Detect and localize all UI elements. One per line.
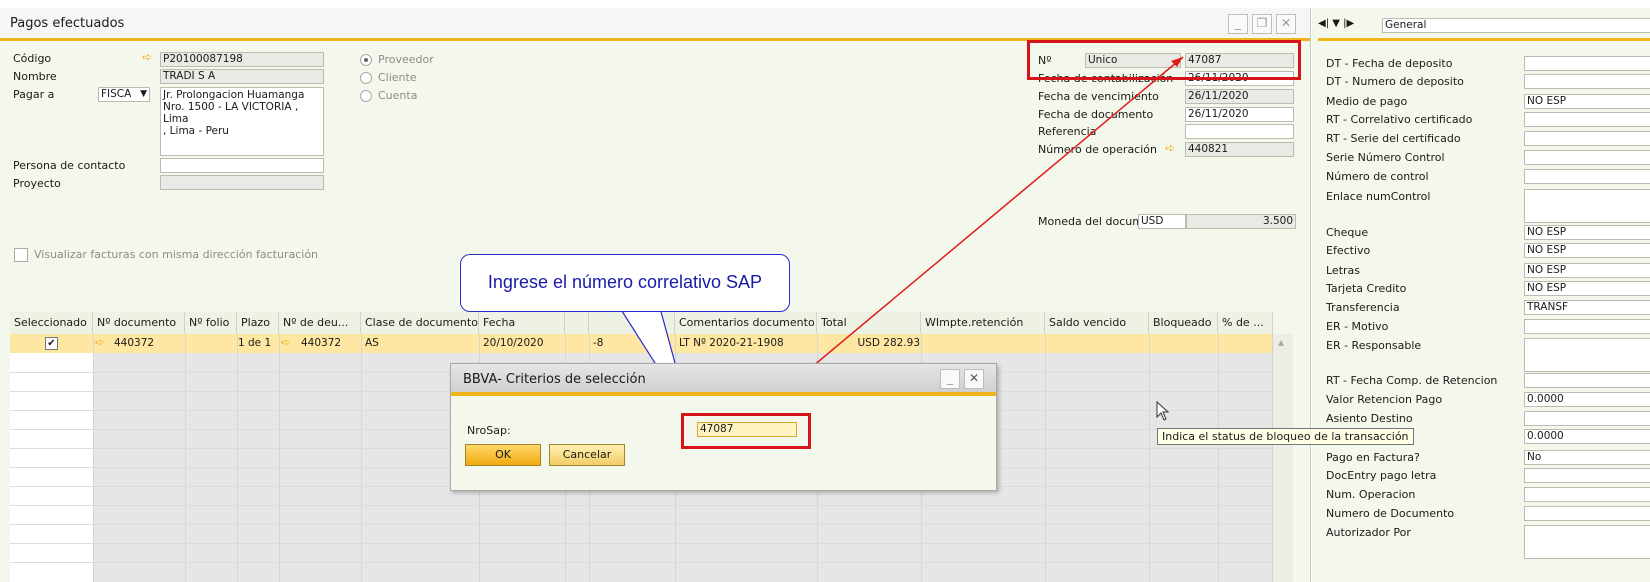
minimize-icon[interactable]: _ — [940, 369, 960, 389]
highlight-doc-number — [1027, 40, 1301, 80]
callout-text: Ingrese el número correlativo SAP — [487, 272, 763, 292]
highlight-nrosap — [681, 413, 811, 449]
ok-button[interactable]: OK — [465, 444, 541, 466]
nrosap-label: NroSap: — [467, 424, 511, 437]
dialog-title: BBVA- Criterios de selección — [463, 372, 646, 387]
annotation-overlay — [618, 56, 1184, 419]
cancel-button[interactable]: Cancelar — [549, 444, 625, 466]
dialog-titlebar: BBVA- Criterios de selección _ ✕ — [451, 364, 996, 396]
close-icon[interactable]: ✕ — [964, 369, 984, 389]
callout-joint — [621, 307, 659, 311]
instruction-callout: Ingrese el número correlativo SAP — [460, 254, 790, 312]
mouse-cursor-icon — [1156, 401, 1170, 421]
annotation-arrow — [757, 56, 1184, 413]
tooltip: Indica el status de bloqueo de la transa… — [1157, 428, 1414, 445]
